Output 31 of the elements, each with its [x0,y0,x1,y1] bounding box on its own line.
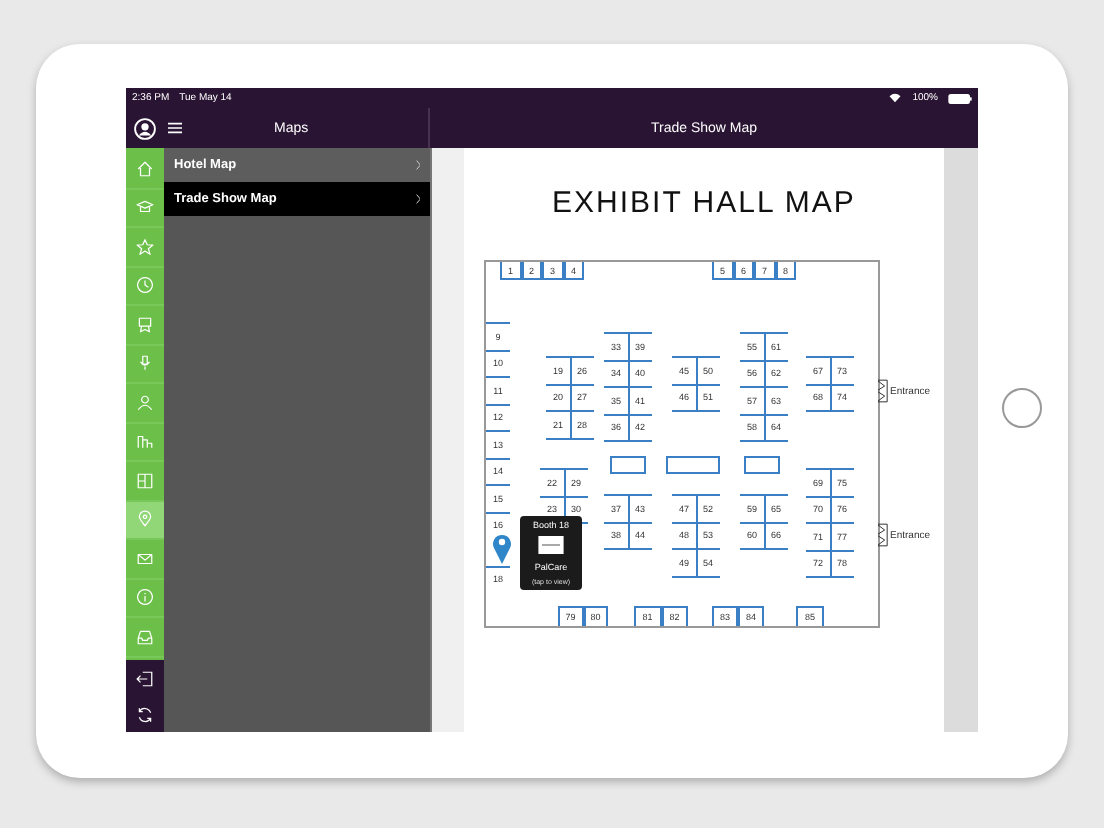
chevron-icon [415,160,420,170]
map-pin-icon [136,510,154,529]
graduation-cap-icon [136,198,154,217]
door-icon [878,522,888,548]
info-icon [136,588,154,607]
refresh-icon[interactable] [136,705,154,723]
floor-feature [744,456,780,474]
chevron-icon [415,194,420,204]
floor-feature [610,456,646,474]
bar-chart-icon [136,432,154,451]
star-icon [136,237,154,256]
envelope-icon [136,549,154,568]
battery-icon [948,93,972,103]
map-pin-icon[interactable] [492,532,512,564]
wifi-icon [888,92,903,104]
menu-icon[interactable] [168,122,182,134]
floor-feature [666,456,720,474]
logout-icon[interactable] [136,669,154,687]
inbox-icon [136,627,154,646]
door-icon [878,378,888,404]
person-icon [136,393,154,412]
logo-icon [538,536,564,555]
microphone-icon [136,354,154,373]
home-icon [136,159,154,178]
layout-icon [136,471,154,490]
ribbon-icon [136,315,154,334]
sidebar-tab[interactable] [126,501,164,540]
map-title: EXHIBIT HALL MAP [552,186,856,220]
clock-icon [136,276,154,295]
home-button[interactable] [1002,388,1042,428]
avatar-icon[interactable] [134,117,156,139]
